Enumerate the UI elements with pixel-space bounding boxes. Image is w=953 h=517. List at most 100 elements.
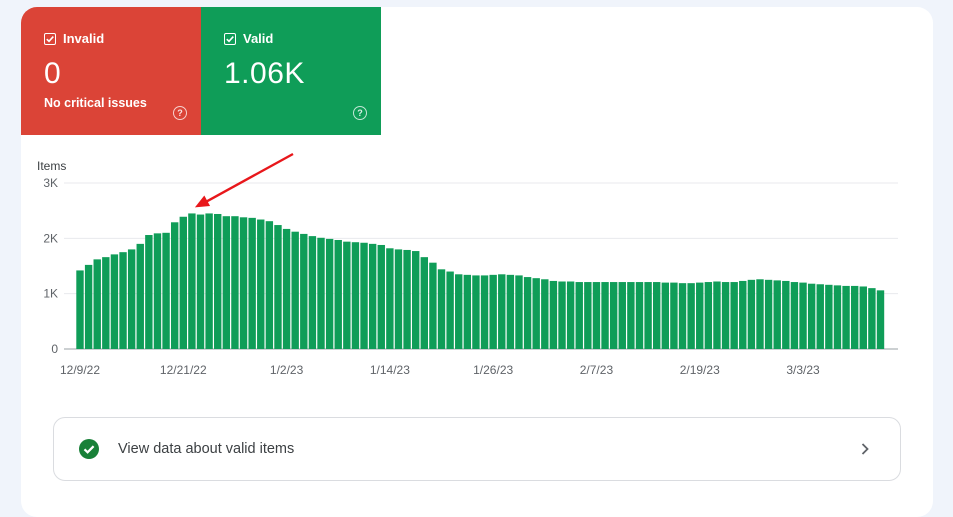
view-valid-items-link[interactable]: View data about valid items <box>53 417 901 481</box>
x-tick-label: 2/19/23 <box>680 363 720 377</box>
bar <box>429 262 437 349</box>
bar <box>575 282 583 349</box>
bar <box>170 222 179 349</box>
y-tick-label: 3K <box>43 176 58 190</box>
bar <box>274 225 282 349</box>
bar <box>842 285 850 349</box>
bar <box>377 244 385 349</box>
bar <box>231 216 239 349</box>
bar <box>325 238 334 349</box>
bar <box>145 235 153 349</box>
bar <box>257 219 265 349</box>
bar <box>136 243 144 349</box>
bar <box>730 282 738 349</box>
chevron-right-icon <box>861 443 869 455</box>
bar <box>162 232 170 349</box>
bar <box>687 283 695 349</box>
bar <box>480 275 489 349</box>
bar <box>222 216 231 349</box>
bar <box>541 279 549 349</box>
bar <box>807 283 816 349</box>
bar <box>265 221 274 349</box>
bar <box>713 281 721 349</box>
bar <box>351 242 360 349</box>
bar <box>670 282 678 349</box>
bar <box>188 213 196 349</box>
bar <box>386 248 394 349</box>
bar <box>661 282 670 349</box>
bar <box>153 233 162 349</box>
bar <box>601 282 609 349</box>
bar <box>411 251 420 349</box>
valid-items-bar-chart: Items 0 1K 2K 3K 12/9/22 12/21/22 1/2/23 1/14/23… <box>37 152 898 377</box>
bar <box>739 280 747 349</box>
bar <box>472 275 480 349</box>
annotation-arrow <box>204 152 294 204</box>
bar <box>644 282 652 349</box>
bar <box>635 282 644 349</box>
bar <box>764 279 773 349</box>
bar <box>282 228 291 349</box>
bar <box>317 237 325 349</box>
bar <box>868 288 876 349</box>
bar <box>747 279 756 349</box>
bar <box>549 280 558 349</box>
x-tick-label: 12/21/22 <box>160 363 207 377</box>
bar <box>618 282 626 349</box>
bar <box>334 239 342 349</box>
bar <box>799 282 807 349</box>
bar <box>248 217 256 349</box>
bar <box>368 243 377 349</box>
x-tick-label: 3/3/23 <box>786 363 820 377</box>
bar <box>300 233 308 349</box>
bar <box>850 285 859 349</box>
check-circle-icon <box>79 439 99 459</box>
x-tick-label: 2/7/23 <box>580 363 614 377</box>
bar <box>196 214 205 349</box>
bar <box>119 252 127 349</box>
bar <box>627 282 635 349</box>
bar <box>506 274 515 349</box>
x-tick-label: 1/14/23 <box>370 363 410 377</box>
bar <box>463 274 472 349</box>
bar <box>721 282 730 349</box>
bar <box>446 271 454 349</box>
bar <box>609 282 618 349</box>
y-tick-label: 0 <box>51 342 58 356</box>
bar <box>773 280 781 349</box>
bar <box>93 259 101 349</box>
bar <box>825 284 833 349</box>
y-tick-label: 2K <box>43 231 58 245</box>
bar <box>816 284 824 349</box>
bar <box>532 278 540 349</box>
bar <box>127 249 136 349</box>
bar <box>782 280 790 349</box>
bar <box>360 242 368 349</box>
bar <box>291 231 299 349</box>
bar <box>584 282 592 349</box>
bar <box>696 282 704 349</box>
bar <box>343 241 351 349</box>
bar <box>833 285 842 349</box>
bar <box>859 286 867 349</box>
bar <box>102 257 110 349</box>
view-link-label: View data about valid items <box>118 441 295 457</box>
x-tick-label: 1/2/23 <box>270 363 304 377</box>
y-tick-label: 1K <box>43 287 58 301</box>
bar <box>214 213 222 349</box>
bar <box>455 274 463 349</box>
bar <box>403 249 411 349</box>
bar <box>558 281 566 349</box>
bar <box>498 274 506 349</box>
bar <box>205 213 213 349</box>
y-axis-title: Items <box>37 159 66 173</box>
bar <box>515 275 523 349</box>
bar <box>523 277 532 349</box>
bar <box>239 217 248 349</box>
bar <box>489 274 497 349</box>
bar <box>437 269 446 349</box>
bar <box>308 236 317 349</box>
bar <box>653 282 661 349</box>
bar <box>756 279 764 349</box>
bar <box>420 257 429 349</box>
